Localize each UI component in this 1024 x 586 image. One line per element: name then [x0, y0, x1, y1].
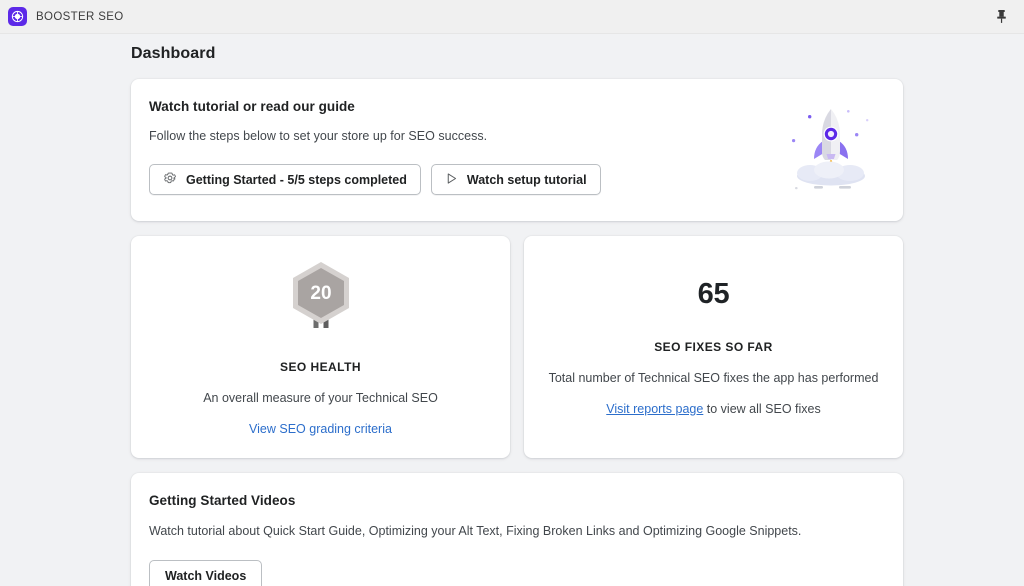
page-title: Dashboard [131, 45, 216, 62]
tutorial-button-row: Getting Started - 5/5 steps completed Wa… [149, 164, 783, 195]
watch-videos-button[interactable]: Watch Videos [149, 560, 263, 586]
seo-fixes-description: Total number of Technical SEO fixes the … [548, 371, 879, 385]
watch-tutorial-card: Watch tutorial or read our guide Follow … [131, 79, 903, 221]
seo-fixes-card: 65 SEO FIXES SO FAR Total number of Tech… [524, 236, 903, 458]
app-topbar: BOOSTER SEO [0, 0, 1024, 34]
tutorial-card-content: Watch tutorial or read our guide Follow … [149, 99, 783, 195]
metric-row: 20 SEO HEALTH An overall measure of your… [131, 236, 903, 458]
seo-health-score: 20 [310, 283, 331, 304]
gear-icon [163, 171, 177, 188]
view-seo-grading-criteria-link[interactable]: View SEO grading criteria [249, 422, 392, 436]
seo-fixes-link-suffix: to view all SEO fixes [703, 402, 821, 416]
seo-fixes-link-line: Visit reports page to view all SEO fixes [606, 402, 820, 416]
seo-health-card: 20 SEO HEALTH An overall measure of your… [131, 236, 510, 458]
page-body: Dashboard Watch tutorial or read our gui… [0, 34, 1024, 586]
visit-reports-page-link[interactable]: Visit reports page [606, 402, 703, 416]
getting-started-button[interactable]: Getting Started - 5/5 steps completed [149, 164, 421, 195]
videos-card-description: Watch tutorial about Quick Start Guide, … [149, 524, 802, 538]
brand-name: BOOSTER SEO [36, 10, 124, 23]
cards-container: Watch tutorial or read our guide Follow … [131, 79, 903, 586]
rocket-launch-illustration [783, 101, 879, 193]
tutorial-card-subtitle: Follow the steps below to set your store… [149, 129, 488, 143]
booster-seo-logo-icon [8, 7, 27, 26]
pushpin-icon[interactable] [990, 6, 1012, 28]
seo-health-description: An overall measure of your Technical SEO [203, 391, 438, 405]
tutorial-card-heading: Watch tutorial or read our guide [149, 99, 355, 114]
getting-started-button-label: Getting Started - 5/5 steps completed [186, 172, 407, 187]
watch-setup-tutorial-button-label: Watch setup tutorial [466, 172, 587, 187]
videos-button-row: Watch Videos [149, 560, 883, 586]
seo-fixes-value: 65 [697, 278, 730, 310]
getting-started-videos-card: Getting Started Videos Watch tutorial ab… [131, 473, 903, 586]
watch-setup-tutorial-button[interactable]: Watch setup tutorial [430, 164, 601, 195]
hexagon-badge-icon: 20 [289, 260, 353, 334]
seo-health-label: SEO HEALTH [280, 360, 361, 374]
watch-videos-button-label: Watch Videos [165, 568, 247, 583]
seo-health-link-line: View SEO grading criteria [249, 422, 392, 436]
play-icon [445, 172, 458, 188]
videos-card-heading: Getting Started Videos [149, 493, 296, 508]
brand: BOOSTER SEO [8, 7, 124, 26]
seo-fixes-label: SEO FIXES SO FAR [654, 340, 773, 354]
